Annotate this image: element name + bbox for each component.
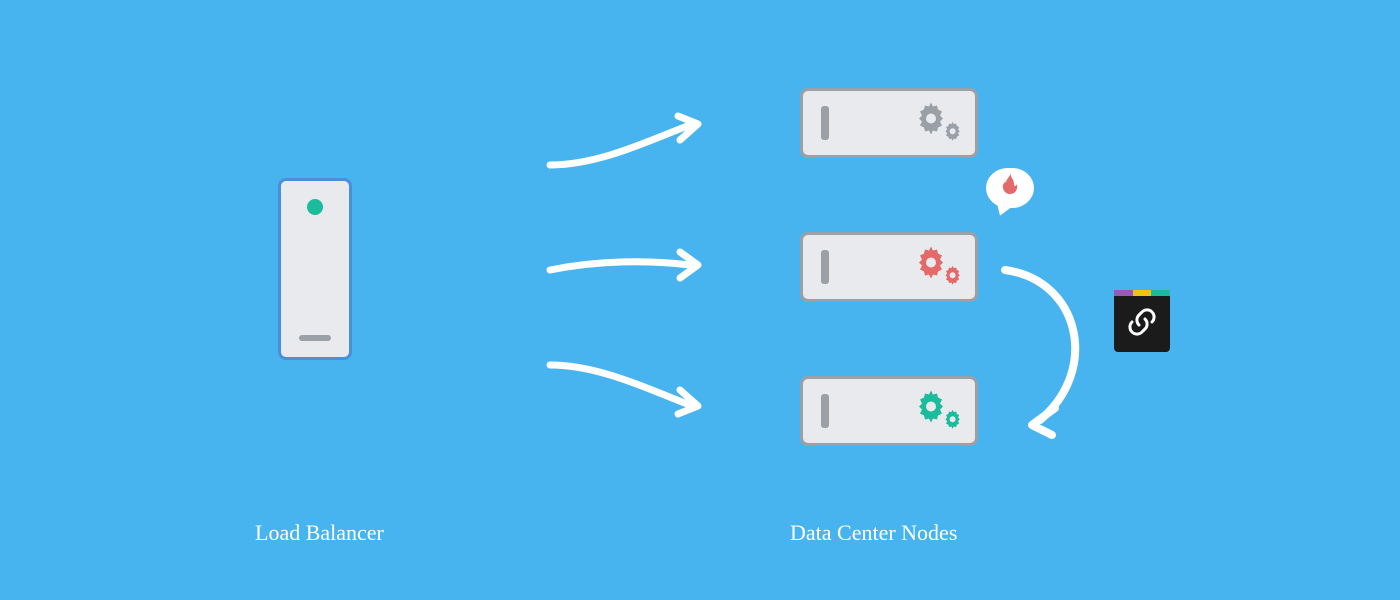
link-icon <box>1125 305 1159 344</box>
route-arrow-1 <box>540 110 710 180</box>
server-node-3 <box>800 376 978 446</box>
server-slot <box>821 394 829 428</box>
failover-arrow <box>980 260 1110 440</box>
gears-icon <box>915 245 961 290</box>
server-slot <box>821 250 829 284</box>
server-node-1 <box>800 88 978 158</box>
overload-speech-bubble <box>986 168 1034 208</box>
session-link-badge <box>1114 296 1170 352</box>
data-center-label: Data Center Nodes <box>790 520 957 546</box>
diagram-canvas: Load Balancer Data Center Nodes <box>0 0 1400 600</box>
gears-icon <box>915 101 961 146</box>
load-balancer-label: Load Balancer <box>255 520 384 546</box>
load-balancer-box <box>278 178 352 360</box>
route-arrow-2 <box>540 240 710 290</box>
server-slot <box>821 106 829 140</box>
flame-icon <box>1000 172 1020 201</box>
route-arrow-3 <box>540 350 710 420</box>
gears-icon <box>915 389 961 434</box>
load-balancer-slot <box>299 335 331 341</box>
server-node-2 <box>800 232 978 302</box>
load-balancer-status-led <box>307 199 323 215</box>
